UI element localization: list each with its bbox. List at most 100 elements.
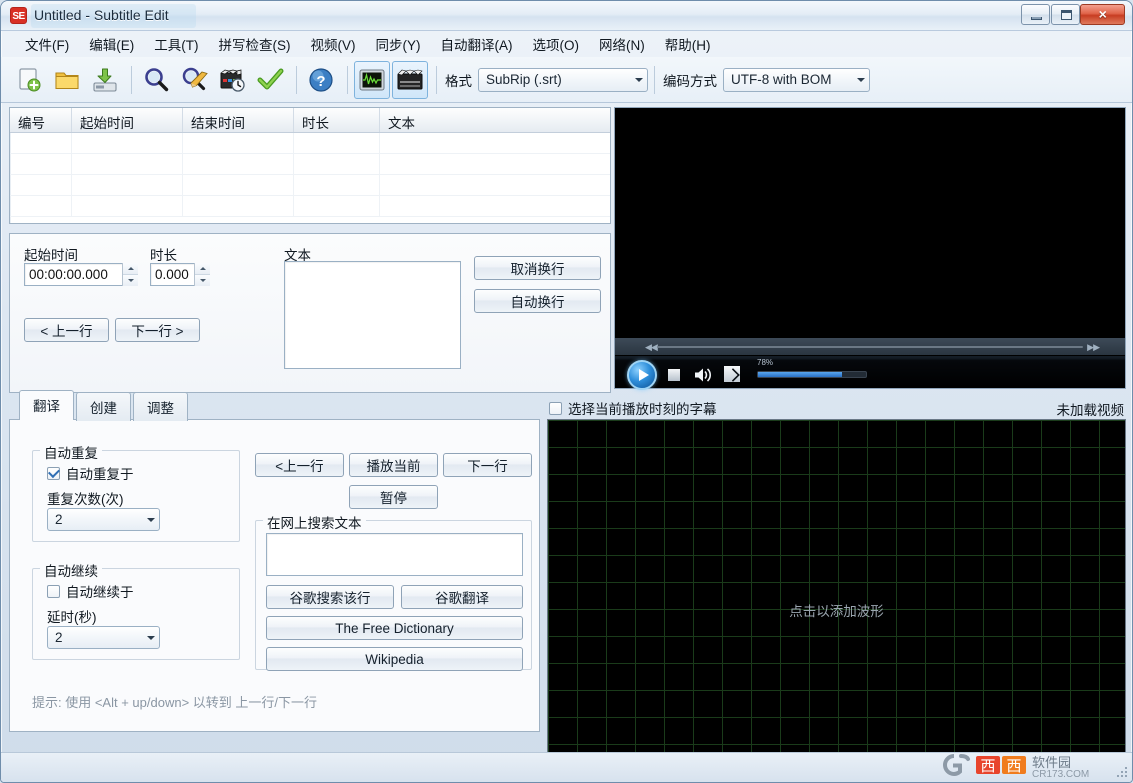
play-icon [639, 369, 649, 381]
minimize-button[interactable] [1021, 4, 1050, 25]
volume-slider[interactable] [757, 371, 867, 378]
stepper-up[interactable] [123, 263, 138, 275]
subtitle-list-rows [10, 133, 610, 217]
table-row[interactable] [10, 133, 610, 154]
column-end-time[interactable]: 结束时间 [183, 108, 294, 132]
chevron-down-icon [630, 69, 647, 91]
table-row[interactable] [10, 175, 610, 196]
video-play-button[interactable] [627, 360, 657, 390]
menu-options[interactable]: 选项(O) [523, 31, 590, 57]
repeat-count-combobox[interactable]: 2 [47, 508, 160, 531]
encoding-combobox[interactable]: UTF-8 with BOM [723, 68, 870, 92]
menu-network[interactable]: 网络(N) [589, 31, 655, 57]
title-bar[interactable]: SE Untitled - Subtitle Edit × [1, 1, 1132, 31]
tab-create[interactable]: 创建 [76, 392, 131, 421]
video-controls: ◀◀ ▶▶ 78% [615, 338, 1125, 388]
menu-edit[interactable]: 编辑(E) [79, 31, 144, 57]
stepper-down[interactable] [123, 275, 138, 286]
duration-stepper[interactable] [194, 263, 210, 286]
menu-autotranslate[interactable]: 自动翻译(A) [431, 31, 523, 57]
google-translate-button[interactable]: 谷歌翻译 [401, 585, 523, 609]
waveform-toggle-icon[interactable] [354, 61, 390, 99]
duration-field[interactable]: 0.000 [150, 263, 210, 286]
web-search-input[interactable] [266, 533, 523, 576]
unbreak-button[interactable]: 取消换行 [474, 256, 601, 280]
column-text[interactable]: 文本 [380, 108, 610, 132]
sync-timing-icon[interactable] [214, 61, 250, 99]
previous-line-button[interactable]: < 上一行 [24, 318, 109, 342]
playback-next-button[interactable]: 下一行 [443, 453, 532, 477]
start-time-field[interactable]: 00:00:00.000 [24, 263, 138, 286]
table-row[interactable] [10, 154, 610, 175]
subtitle-text-input[interactable] [284, 261, 461, 369]
resize-grip[interactable] [1117, 767, 1129, 779]
waveform-display[interactable]: 点击以添加波形 [547, 419, 1126, 783]
select-current-subtitle-checkbox[interactable]: 选择当前播放时刻的字幕 [549, 398, 717, 418]
auto-repeat-checkbox-label: 自动重复于 [66, 463, 134, 483]
table-row[interactable] [10, 196, 610, 217]
replace-icon[interactable] [176, 61, 212, 99]
start-time-value[interactable]: 00:00:00.000 [24, 263, 138, 286]
tab-content-translate: 自动重复 自动重复于 重复次数(次) 2 自动继续 [9, 419, 540, 732]
menu-sync[interactable]: 同步(Y) [366, 31, 431, 57]
playback-previous-button[interactable]: <上一行 [255, 453, 344, 477]
stepper-down[interactable] [195, 275, 210, 286]
find-icon[interactable] [138, 61, 174, 99]
fullscreen-icon[interactable] [724, 366, 740, 382]
seek-track[interactable] [657, 346, 1083, 348]
autobreak-button[interactable]: 自动换行 [474, 289, 601, 313]
window-title: Untitled - Subtitle Edit [34, 7, 169, 23]
repeat-count-value: 2 [55, 512, 63, 527]
menu-tools[interactable]: 工具(T) [144, 31, 208, 57]
delay-combobox[interactable]: 2 [47, 626, 160, 649]
next-line-button[interactable]: 下一行 > [115, 318, 200, 342]
chevron-down-icon [852, 69, 869, 91]
google-search-button[interactable]: 谷歌搜索该行 [266, 585, 394, 609]
start-time-stepper[interactable] [122, 263, 138, 286]
volume-icon[interactable] [693, 366, 713, 387]
subtitle-list-header: 编号 起始时间 结束时间 时长 文本 [10, 108, 610, 133]
column-start-time[interactable]: 起始时间 [72, 108, 183, 132]
tab-translate[interactable]: 翻译 [19, 390, 74, 420]
stepper-up[interactable] [195, 263, 210, 275]
subtitle-list[interactable]: 编号 起始时间 结束时间 时长 文本 [9, 107, 611, 224]
open-folder-icon[interactable] [49, 61, 85, 99]
pause-button[interactable]: 暂停 [349, 485, 438, 509]
wikipedia-button[interactable]: Wikipedia [266, 647, 523, 671]
auto-repeat-checkbox[interactable]: 自动重复于 [47, 463, 134, 483]
chevron-down-icon [142, 509, 159, 530]
help-icon[interactable]: ? [303, 61, 339, 99]
application-window: SE Untitled - Subtitle Edit × 文件(F) 编辑(E… [0, 0, 1133, 783]
video-preview[interactable]: ◀◀ ▶▶ 78% [614, 107, 1126, 389]
rewind-icon[interactable]: ◀◀ [645, 342, 657, 353]
status-bar: 西 西 软件园 CR173.COM [1, 752, 1132, 782]
column-duration[interactable]: 时长 [294, 108, 380, 132]
delay-value: 2 [55, 630, 63, 645]
maximize-button[interactable] [1051, 4, 1080, 25]
spellcheck-icon[interactable] [252, 61, 288, 99]
play-current-button[interactable]: 播放当前 [349, 453, 438, 477]
auto-continue-group: 自动继续 自动继续于 延时(秒) 2 [32, 568, 240, 660]
auto-continue-checkbox[interactable]: 自动继续于 [47, 581, 134, 601]
format-combobox[interactable]: SubRip (.srt) [478, 68, 648, 92]
menu-help[interactable]: 帮助(H) [655, 31, 721, 57]
duration-label: 时长 [150, 244, 177, 264]
forward-icon[interactable]: ▶▶ [1087, 342, 1099, 353]
checkbox-icon [47, 467, 60, 480]
menu-file[interactable]: 文件(F) [15, 31, 79, 57]
main-area: 编号 起始时间 结束时间 时长 文本 [1, 103, 1132, 738]
free-dictionary-button[interactable]: The Free Dictionary [266, 616, 523, 640]
video-toggle-icon[interactable] [392, 61, 428, 99]
repeat-count-label: 重复次数(次) [47, 488, 124, 508]
save-icon[interactable] [87, 61, 123, 99]
toolbar-separator-4 [436, 66, 437, 94]
tab-adjust[interactable]: 调整 [133, 392, 188, 421]
menu-video[interactable]: 视频(V) [301, 31, 366, 57]
column-number[interactable]: 编号 [10, 108, 72, 132]
new-file-icon[interactable] [11, 61, 47, 99]
menu-spellcheck[interactable]: 拼写检查(S) [209, 31, 301, 57]
video-stop-button[interactable] [668, 369, 680, 381]
subtitle-edit-panel: 起始时间 00:00:00.000 时长 0.000 文本 [9, 233, 611, 393]
video-seek-bar[interactable]: ◀◀ ▶▶ [615, 338, 1125, 356]
close-button[interactable]: × [1080, 4, 1125, 25]
